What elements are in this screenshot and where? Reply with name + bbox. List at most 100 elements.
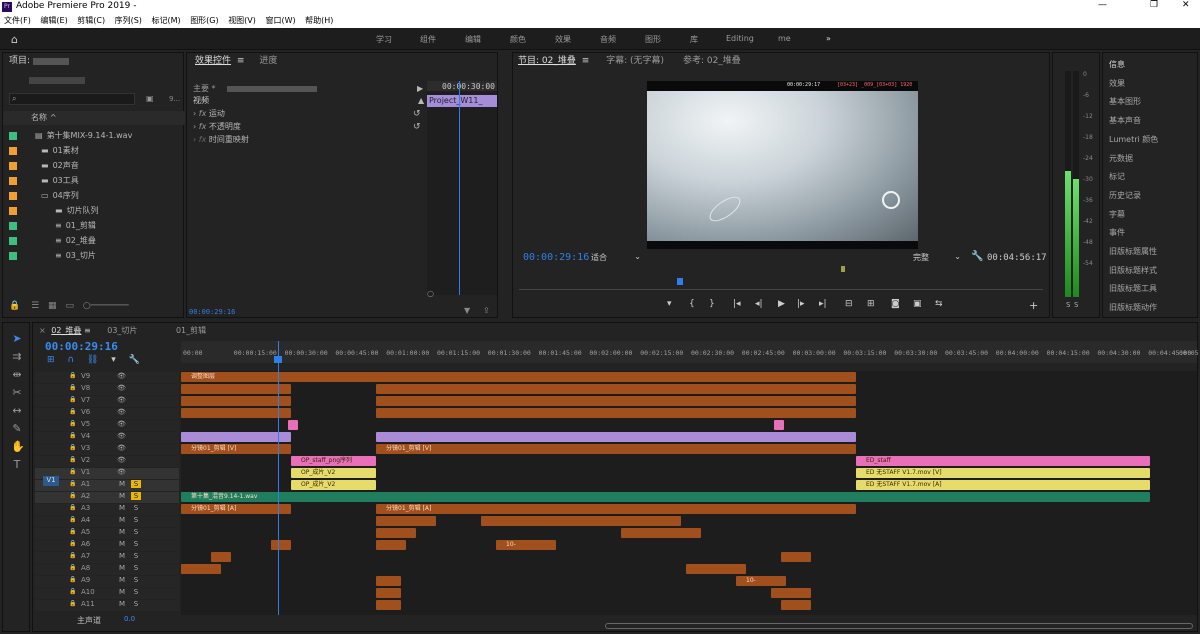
mute-button[interactable]: M [119, 480, 125, 488]
tab-effect-controls[interactable]: 效果控件 [195, 56, 231, 66]
track-header[interactable]: V2 🔒 👁 [35, 456, 179, 467]
track-header[interactable]: A7 🔒 M S [35, 552, 179, 563]
type-tool-icon[interactable]: T [11, 459, 23, 471]
menu-help[interactable]: 帮助(H) [305, 16, 333, 25]
ws-libraries[interactable]: 库 [690, 34, 698, 45]
track-lock-icon[interactable]: 🔒 [69, 420, 76, 427]
eye-icon[interactable]: 👁 [117, 444, 126, 452]
menu-file[interactable]: 文件(F) [4, 16, 31, 25]
project-search-input[interactable]: ⌕ [9, 93, 135, 105]
track-lock-icon[interactable]: 🔒 [69, 408, 76, 415]
mark-in-icon[interactable]: { [689, 299, 695, 309]
tab-menu-icon[interactable]: ≡ [84, 326, 91, 335]
track-header[interactable]: V3 🔒 👁 [35, 444, 179, 455]
track-header[interactable]: A10 🔒 M S [35, 588, 179, 599]
op-video-clip-2[interactable]: OP_成片_V2 [291, 480, 376, 490]
ws-editing-custom[interactable]: Editing [726, 34, 754, 43]
tab-captions[interactable]: 字幕: (无字幕) [606, 56, 664, 66]
vr-icon[interactable]: ⇆ [935, 299, 943, 309]
program-menu-icon[interactable]: ≡ [582, 56, 590, 66]
track-header[interactable]: A5 🔒 M S [35, 528, 179, 539]
mute-button[interactable]: M [119, 528, 125, 536]
timeline-settings-icon[interactable]: 🔧 [129, 355, 140, 365]
close-tab-icon[interactable]: × [39, 326, 46, 335]
track-header[interactable]: V4 🔒 👁 [35, 432, 179, 443]
eye-icon[interactable]: 👁 [117, 372, 126, 380]
track-lock-icon[interactable]: 🔒 [69, 516, 76, 523]
clip-a3[interactable]: 分镜01_剪辑 [A] [376, 504, 856, 514]
panel-tab-item[interactable]: 基本声音 [1109, 114, 1141, 128]
settings-wrench-icon[interactable]: 🔧 [971, 251, 983, 262]
track-lock-icon[interactable]: 🔒 [69, 432, 76, 439]
nest-icon[interactable]: ⊞ [47, 355, 55, 365]
clip[interactable] [181, 432, 291, 442]
scrubber-playhead[interactable] [677, 278, 683, 285]
panel-tab-item[interactable]: 标记 [1109, 170, 1125, 184]
panel-tab-item[interactable]: 元数据 [1109, 152, 1133, 166]
panel-tab-item[interactable]: 事件 [1109, 226, 1125, 240]
op-video-clip[interactable]: OP_成片_V2 [291, 468, 376, 478]
razor-tool-icon[interactable]: ✂ [11, 387, 23, 399]
master-track-value[interactable]: 0.0 [124, 615, 135, 623]
mute-button[interactable]: M [119, 540, 125, 548]
playhead[interactable] [278, 341, 279, 615]
program-scrubber[interactable] [519, 266, 1043, 290]
track-lock-icon[interactable]: 🔒 [69, 384, 76, 391]
clip-a8[interactable]: 10- [736, 576, 786, 586]
new-bin-icon[interactable]: ▣ [146, 94, 154, 103]
panel-tab-item[interactable]: 历史记录 [1109, 189, 1141, 203]
clip[interactable] [181, 564, 221, 574]
mark-out-icon[interactable]: } [709, 299, 715, 309]
extract-icon[interactable]: ⊞ [867, 299, 875, 309]
project-item[interactable]: ≡ 03_切片 [9, 249, 96, 263]
clip[interactable] [376, 384, 856, 394]
solo-button[interactable]: S [131, 492, 141, 500]
tab-progress[interactable]: 进度 [259, 56, 277, 66]
mute-button[interactable]: M [119, 588, 125, 596]
panel-tab-item[interactable]: 信息 [1109, 58, 1125, 72]
label-color-swatch[interactable] [9, 191, 17, 200]
source-patch-v1[interactable]: V1 [43, 476, 59, 486]
track-header[interactable]: V6 🔒 👁 [35, 408, 179, 419]
home-icon[interactable]: ⌂ [11, 33, 18, 46]
ws-learn[interactable]: 学习 [376, 34, 392, 45]
clip[interactable] [211, 552, 231, 562]
label-color-swatch[interactable] [9, 221, 17, 230]
fx-opacity[interactable]: › fx 不透明度 [193, 120, 241, 134]
eye-icon[interactable]: 👁 [117, 408, 126, 416]
timeline-timecode[interactable]: 00:00:29:16 [45, 340, 118, 353]
track-lock-icon[interactable]: 🔒 [69, 540, 76, 547]
menu-sequence[interactable]: 序列(S) [115, 16, 142, 25]
solo-button[interactable]: S [131, 576, 141, 584]
op-staff-clip[interactable]: OP_staff_png序列 [291, 456, 376, 466]
timeline-hscroll[interactable] [605, 623, 1193, 629]
ws-me[interactable]: me [778, 34, 791, 43]
track-lock-icon[interactable]: 🔒 [69, 492, 76, 499]
clip[interactable] [771, 588, 811, 598]
mute-button[interactable]: M [119, 552, 125, 560]
clip[interactable] [376, 432, 856, 442]
panel-tab-item[interactable]: 旧版标题工具 [1109, 282, 1157, 296]
track-header[interactable]: A4 🔒 M S [35, 516, 179, 527]
effect-clip[interactable]: Project_W11_ [427, 95, 497, 107]
mini-scroll[interactable]: ○ [427, 289, 434, 298]
track-lock-icon[interactable]: 🔒 [69, 576, 76, 583]
track-lock-icon[interactable]: 🔒 [69, 564, 76, 571]
toggle-arrow-icon[interactable]: ▶ [417, 84, 423, 93]
solo-button[interactable]: S [131, 588, 141, 596]
solo-button[interactable]: S [131, 516, 141, 524]
track-lock-icon[interactable]: 🔒 [69, 528, 76, 535]
project-item[interactable]: ▬ 03工具 [9, 174, 79, 188]
clip[interactable] [181, 396, 291, 406]
track-header[interactable]: A2 🔒 M S [35, 492, 179, 503]
button-editor-icon[interactable]: + [1029, 299, 1038, 312]
minimize-button[interactable]: — [1098, 0, 1107, 10]
comparison-view-icon[interactable]: ▣ [913, 299, 922, 309]
program-timecode[interactable]: 00:00:29:16 [523, 252, 589, 263]
ws-assembly[interactable]: 组件 [420, 34, 436, 45]
clip[interactable] [181, 384, 291, 394]
track-lock-icon[interactable]: 🔒 [69, 456, 76, 463]
time-ruler[interactable] [181, 341, 1197, 363]
project-item[interactable]: ≡ 01_剪辑 [9, 219, 96, 233]
clip[interactable] [686, 564, 746, 574]
